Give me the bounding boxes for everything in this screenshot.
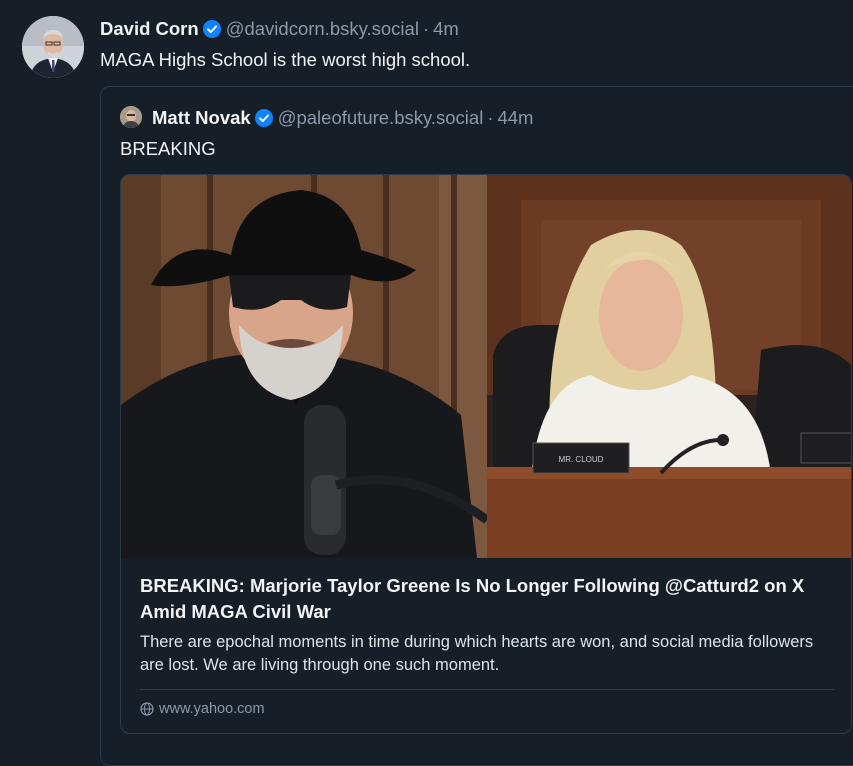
post-header: David Corn @davidcorn.bsky.social · 4m: [100, 17, 459, 41]
divider: [140, 689, 834, 690]
post-timestamp[interactable]: 4m: [433, 18, 459, 40]
link-card-description: There are epochal moments in time during…: [140, 633, 814, 674]
quoted-post-header: Matt Novak @paleofuture.bsky.social · 44…: [152, 106, 533, 130]
author-handle[interactable]: @davidcorn.bsky.social: [226, 18, 419, 40]
author-name[interactable]: David Corn: [100, 18, 199, 40]
link-card[interactable]: MR. CLOUD BREAKING: Marjorie Taylor Gree…: [120, 174, 852, 734]
quoted-author-name[interactable]: Matt Novak: [152, 107, 251, 129]
separator-dot: ·: [487, 107, 494, 128]
verified-badge-icon: [202, 20, 221, 38]
quoted-post-text: BREAKING: [120, 138, 216, 159]
globe-icon: [140, 702, 154, 716]
link-card-title[interactable]: BREAKING: Marjorie Taylor Greene Is No L…: [140, 573, 830, 625]
separator-dot: ·: [422, 18, 430, 39]
author-avatar[interactable]: [22, 16, 84, 78]
quoted-author-handle[interactable]: @paleofuture.bsky.social: [278, 107, 484, 129]
quoted-post-timestamp[interactable]: 44m: [497, 107, 533, 129]
link-domain-text: www.yahoo.com: [159, 701, 265, 717]
quoted-author-avatar[interactable]: [120, 106, 142, 128]
verified-badge-icon: [254, 109, 273, 127]
post-text: MAGA Highs School is the worst high scho…: [100, 49, 471, 70]
nameplate-text: MR. CLOUD: [559, 455, 604, 464]
link-card-thumbnail: MR. CLOUD: [121, 175, 851, 558]
link-card-domain[interactable]: www.yahoo.com: [140, 701, 265, 717]
